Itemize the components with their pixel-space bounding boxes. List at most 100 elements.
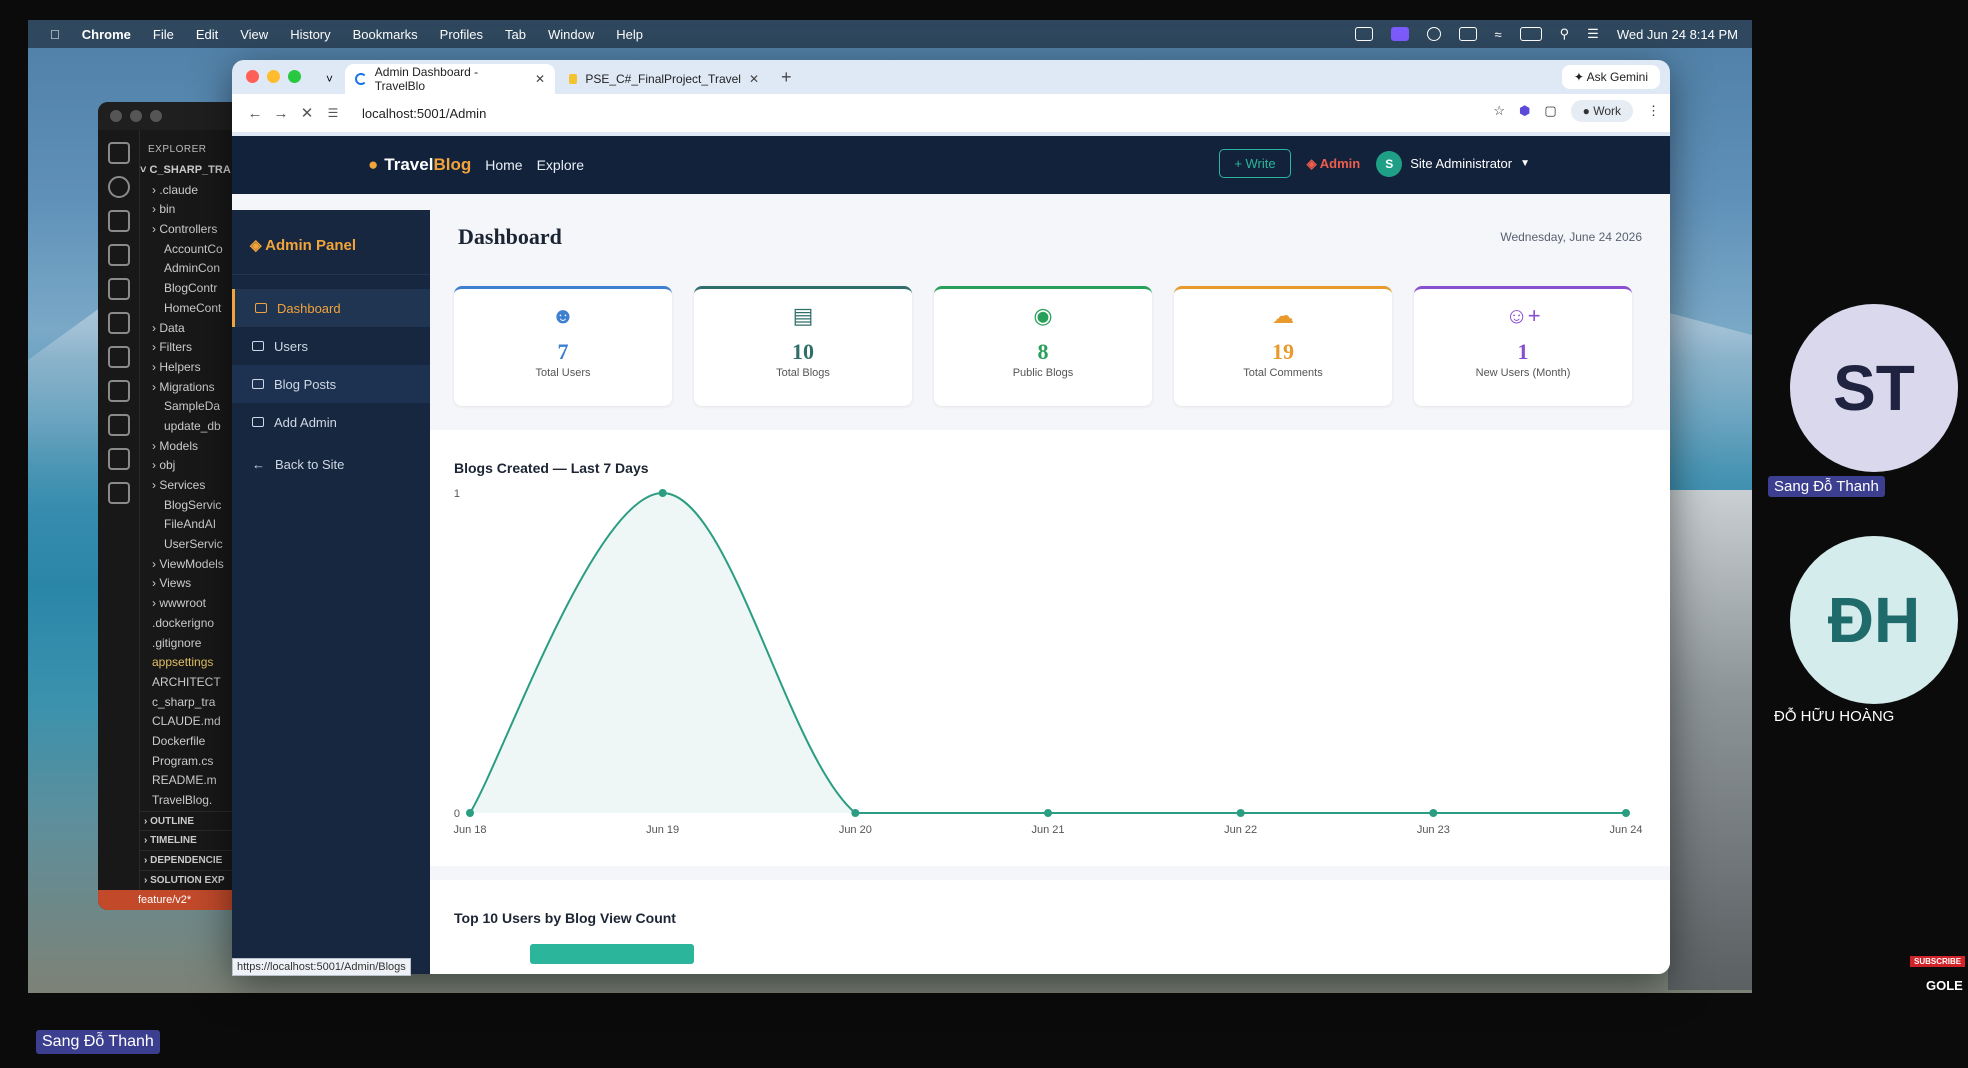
- ask-gemini-button[interactable]: ✦ Ask Gemini: [1561, 65, 1660, 89]
- source-control-icon[interactable]: [108, 210, 130, 232]
- battery-icon[interactable]: [1519, 27, 1542, 41]
- chart-point[interactable]: [1044, 809, 1052, 817]
- chart-point[interactable]: [1236, 809, 1245, 817]
- menu-window[interactable]: Window: [548, 27, 594, 42]
- status-icon-screen[interactable]: [1390, 27, 1409, 41]
- sidebar-item-dashboard[interactable]: Dashboard: [232, 289, 430, 327]
- tab-admin-dashboard[interactable]: Admin Dashboard - TravelBlo ✕: [345, 64, 556, 94]
- git-branch[interactable]: feature/v2*: [138, 894, 191, 906]
- chart-point[interactable]: [1429, 809, 1438, 817]
- dashboard-date: Wednesday, June 24 2026: [1500, 230, 1642, 244]
- logo-blog: Blog: [433, 155, 472, 174]
- nav-home[interactable]: Home: [485, 157, 522, 173]
- run-debug-icon[interactable]: [108, 244, 130, 266]
- arrow-left-icon: ←: [252, 456, 265, 472]
- link-hover-status: https://localhost:5001/Admin/Blogs: [232, 958, 411, 976]
- x-tick-label: Jun 19: [646, 824, 679, 836]
- vscode-close-button[interactable]: [110, 110, 122, 122]
- tab-final-project[interactable]: PSE_C#_FinalProject_Travel ✕: [559, 64, 769, 94]
- bookmark-star-icon[interactable]: ☆: [1493, 103, 1505, 119]
- status-icon-play[interactable]: [1426, 27, 1441, 41]
- sidebar-item-back-to-site[interactable]: ← Back to Site: [232, 445, 430, 483]
- status-icon-keyboard[interactable]: [1458, 27, 1477, 41]
- spotlight-search-icon[interactable]: ⚲: [1560, 26, 1570, 42]
- menu-edit[interactable]: Edit: [196, 27, 218, 42]
- search-icon[interactable]: [108, 176, 130, 198]
- vscode-zoom-button[interactable]: [150, 110, 162, 122]
- profile-button[interactable]: ● Work: [1570, 100, 1633, 122]
- tab-label: Admin Dashboard - TravelBlo: [374, 65, 479, 93]
- tab-search-chevron-icon[interactable]: ˅: [326, 72, 333, 86]
- logo-travel: Travel: [384, 155, 434, 174]
- sidebar-item-users[interactable]: Users: [232, 327, 430, 365]
- nav-explore[interactable]: Explore: [537, 157, 584, 173]
- vscode-activity-bar: [98, 130, 140, 910]
- menu-history[interactable]: History: [290, 27, 330, 42]
- new-tab-button[interactable]: +: [781, 67, 792, 88]
- extension-icon[interactable]: ⬢: [1519, 103, 1530, 119]
- menu-tab[interactable]: Tab: [505, 27, 526, 42]
- menubar-clock[interactable]: Wed Jun 24 8:14 PM: [1617, 27, 1738, 42]
- menubar-app-name[interactable]: Chrome: [82, 27, 131, 42]
- bookmark-icon[interactable]: [108, 414, 130, 436]
- menu-view[interactable]: View: [240, 27, 268, 42]
- site-info-icon[interactable]: ☰: [320, 106, 346, 120]
- stat-label: New Users (Month): [1475, 367, 1571, 379]
- newspaper-icon: [252, 379, 264, 389]
- chrome-close-button[interactable]: [246, 70, 259, 83]
- chart-point[interactable]: [466, 809, 474, 817]
- chrome-minimize-button[interactable]: [267, 70, 280, 83]
- x-tick-label: Jun 18: [453, 824, 486, 836]
- files-icon[interactable]: [108, 142, 130, 164]
- top-users-bar: [530, 944, 694, 964]
- sidebar-item-label: Blog Posts: [274, 376, 337, 392]
- vscode-minimize-button[interactable]: [130, 110, 142, 122]
- testing-icon[interactable]: [108, 312, 130, 334]
- write-button[interactable]: + Write: [1219, 149, 1291, 178]
- extensions-icon[interactable]: [108, 278, 130, 300]
- page-title: Dashboard: [458, 224, 562, 249]
- chrome-window: ˅ Admin Dashboard - TravelBlo ✕ PSE_C#_F…: [232, 60, 1670, 974]
- menu-help[interactable]: Help: [616, 27, 643, 42]
- participant-name: Sang Đỗ Thanh: [1768, 476, 1885, 497]
- chart-point[interactable]: [851, 809, 860, 817]
- active-speaker-name: Sang Đỗ Thanh: [36, 1030, 160, 1054]
- tab-close-icon[interactable]: ✕: [749, 72, 759, 86]
- menu-bookmarks[interactable]: Bookmarks: [353, 27, 418, 42]
- slides-icon: [569, 74, 578, 84]
- chart-point[interactable]: [658, 489, 667, 497]
- site-top-nav: ● Travel Blog Home Explore + Write ◈ Admi…: [232, 136, 1670, 194]
- admin-link[interactable]: ◈ Admin: [1307, 156, 1361, 172]
- participant-initials: ST: [1833, 352, 1915, 424]
- tab-close-icon[interactable]: ✕: [535, 72, 545, 86]
- forward-arrow-icon[interactable]: →: [268, 105, 294, 122]
- chart-point[interactable]: [1622, 809, 1630, 817]
- sparkle-icon[interactable]: [108, 482, 130, 504]
- control-center-icon[interactable]: ☰: [1587, 26, 1599, 42]
- list-icon[interactable]: [108, 448, 130, 470]
- status-icon-cloud[interactable]: [1354, 27, 1373, 41]
- wifi-icon[interactable]: ≈: [1495, 27, 1502, 42]
- watermark-brand: GOLE: [1926, 978, 1963, 993]
- avatar: S: [1376, 150, 1403, 177]
- user-menu[interactable]: S Site Administrator ▼: [1376, 150, 1530, 177]
- address-bar[interactable]: localhost:5001/Admin: [362, 106, 486, 121]
- x-tick-label: Jun 22: [1224, 824, 1257, 836]
- stat-label: Total Comments: [1243, 367, 1323, 379]
- menu-file[interactable]: File: [153, 27, 174, 42]
- stat-card-total-comments: ☁ 19 Total Comments: [1174, 286, 1392, 406]
- sidebar-item-add-admin[interactable]: Add Admin: [232, 403, 430, 441]
- apple-icon[interactable]: : [50, 27, 60, 42]
- puzzle-extensions-icon[interactable]: ▢: [1544, 103, 1556, 119]
- menu-profiles[interactable]: Profiles: [440, 27, 483, 42]
- python-icon[interactable]: [108, 346, 130, 368]
- chrome-zoom-button[interactable]: [288, 70, 301, 83]
- back-arrow-icon[interactable]: ←: [242, 105, 268, 122]
- site-logo[interactable]: ● Travel Blog: [368, 155, 471, 175]
- stat-label: Total Blogs: [776, 367, 830, 379]
- chrome-menu-icon[interactable]: ⋮: [1647, 103, 1660, 119]
- sidebar-item-label: Add Admin: [274, 414, 337, 430]
- sidebar-item-blog-posts[interactable]: Blog Posts: [232, 365, 430, 403]
- stop-loading-icon[interactable]: ✕: [294, 104, 320, 122]
- remote-explorer-icon[interactable]: [108, 380, 130, 402]
